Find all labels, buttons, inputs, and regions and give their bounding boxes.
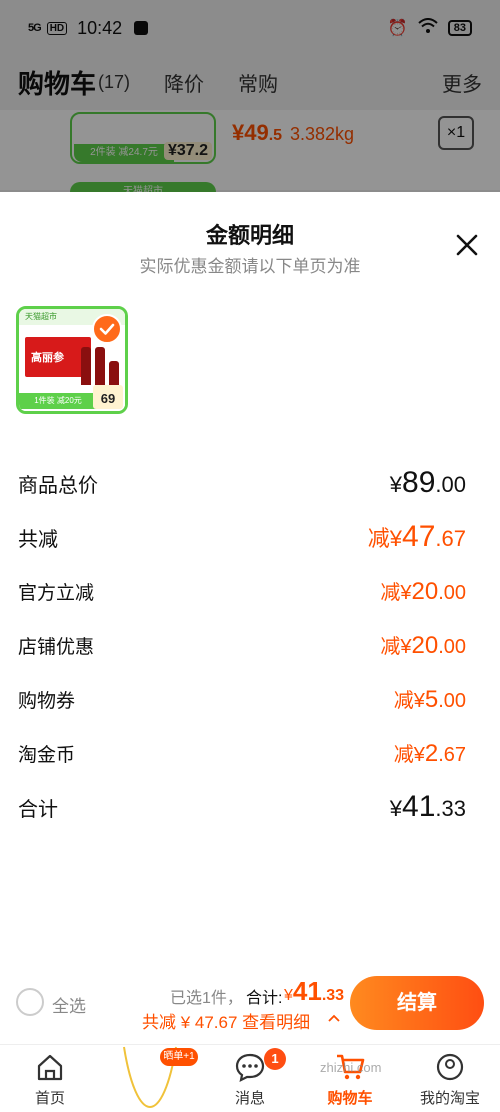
tab-my-taobao[interactable]: 我的淘宝 — [400, 1045, 500, 1112]
thumb-promo-text: 1件装 减20元 — [19, 393, 97, 409]
tab-label: 购物车 — [327, 1090, 373, 1107]
background-cart-page: 5G HD 10:42 ⏰ 83 购物车 (17) 降价 常购 更多 2件装 减… — [0, 0, 500, 192]
checkout-bar: 全选 已选1件， 合计: ¥41.33 共减 ¥ 47.67 查看明细 结算 — [0, 968, 500, 1040]
selected-check-icon[interactable] — [92, 314, 122, 344]
row-value: 减¥ 20.00 — [380, 578, 466, 605]
row-label: 店铺优惠 — [18, 636, 95, 658]
amount-rows: 商品总价 ¥89.00 共减 减¥ 47.67 官方立减 减¥ 20.00 店铺优惠… — [0, 456, 500, 834]
row-total-price: 商品总价 ¥89.00 — [0, 456, 500, 510]
total-label: 合计: — [246, 990, 283, 1007]
thumb-price: 69 — [93, 385, 123, 409]
profile-icon — [436, 1053, 464, 1081]
row-label: 购物券 — [18, 690, 76, 712]
row-store-discount: 店铺优惠 减¥ 20.00 — [0, 618, 500, 672]
tab-label: 消息 — [234, 1090, 265, 1107]
checkout-button[interactable]: 结算 — [350, 976, 484, 1030]
watermark: zhizhi.com — [320, 1060, 382, 1075]
row-label: 合计 — [18, 798, 58, 821]
promo-chip-badge: 晒单+1 — [160, 1048, 198, 1066]
product-box-label: 高丽参 — [31, 352, 64, 364]
row-value: ¥89.00 — [389, 466, 466, 499]
sheet-subtitle: 实际优惠金额请以下单页为准 — [139, 257, 361, 276]
tab-cart[interactable]: 购物车 — [300, 1045, 400, 1112]
row-total-discount: 共减 减¥ 47.67 — [0, 510, 500, 564]
thumb-promo-strip: 1件装 减20元 69 — [19, 385, 125, 411]
tab-label: 我的淘宝 — [419, 1090, 480, 1107]
row-label: 淘金币 — [18, 744, 76, 766]
select-all-label[interactable]: 全选 — [52, 992, 86, 1017]
sheet-title: 金额明细 — [205, 223, 294, 248]
row-label: 官方立减 — [18, 582, 95, 604]
chevron-up-icon[interactable] — [328, 1012, 340, 1026]
row-value: ¥41.33 — [389, 790, 466, 823]
row-grand-total: 合计 ¥41.33 — [0, 780, 500, 834]
home-icon — [37, 1054, 63, 1081]
tab-home[interactable]: 首页 — [0, 1045, 100, 1112]
close-button[interactable] — [452, 230, 482, 260]
total-amount: ¥41.33 — [284, 976, 345, 1006]
modal-overlay[interactable] — [0, 0, 500, 192]
row-value: 减¥ 2.67 — [393, 740, 466, 767]
tab-label: 首页 — [34, 1090, 65, 1107]
row-value: 减¥ 5.00 — [393, 686, 466, 713]
message-icon — [235, 1053, 265, 1082]
row-coupon: 购物券 减¥ 5.00 — [0, 672, 500, 726]
row-official-discount: 官方立减 减¥ 20.00 — [0, 564, 500, 618]
view-details-link[interactable]: 共减 ¥ 47.67 查看明细 — [142, 1008, 310, 1033]
close-icon — [456, 234, 478, 256]
row-taobao-coins: 淘金币 减¥ 2.67 — [0, 726, 500, 780]
row-value: 减¥ 47.67 — [367, 520, 466, 553]
message-count-badge: 1 — [264, 1048, 286, 1070]
row-label: 共减 — [18, 528, 58, 551]
row-label: 商品总价 — [18, 474, 98, 497]
bottom-tab-bar: 首页 消息 购物车 我的淘宝 — [0, 1044, 500, 1112]
select-all-checkbox[interactable] — [16, 988, 44, 1016]
selected-count: 已选1件， — [170, 990, 243, 1007]
row-value: 减¥ 20.00 — [380, 632, 466, 659]
